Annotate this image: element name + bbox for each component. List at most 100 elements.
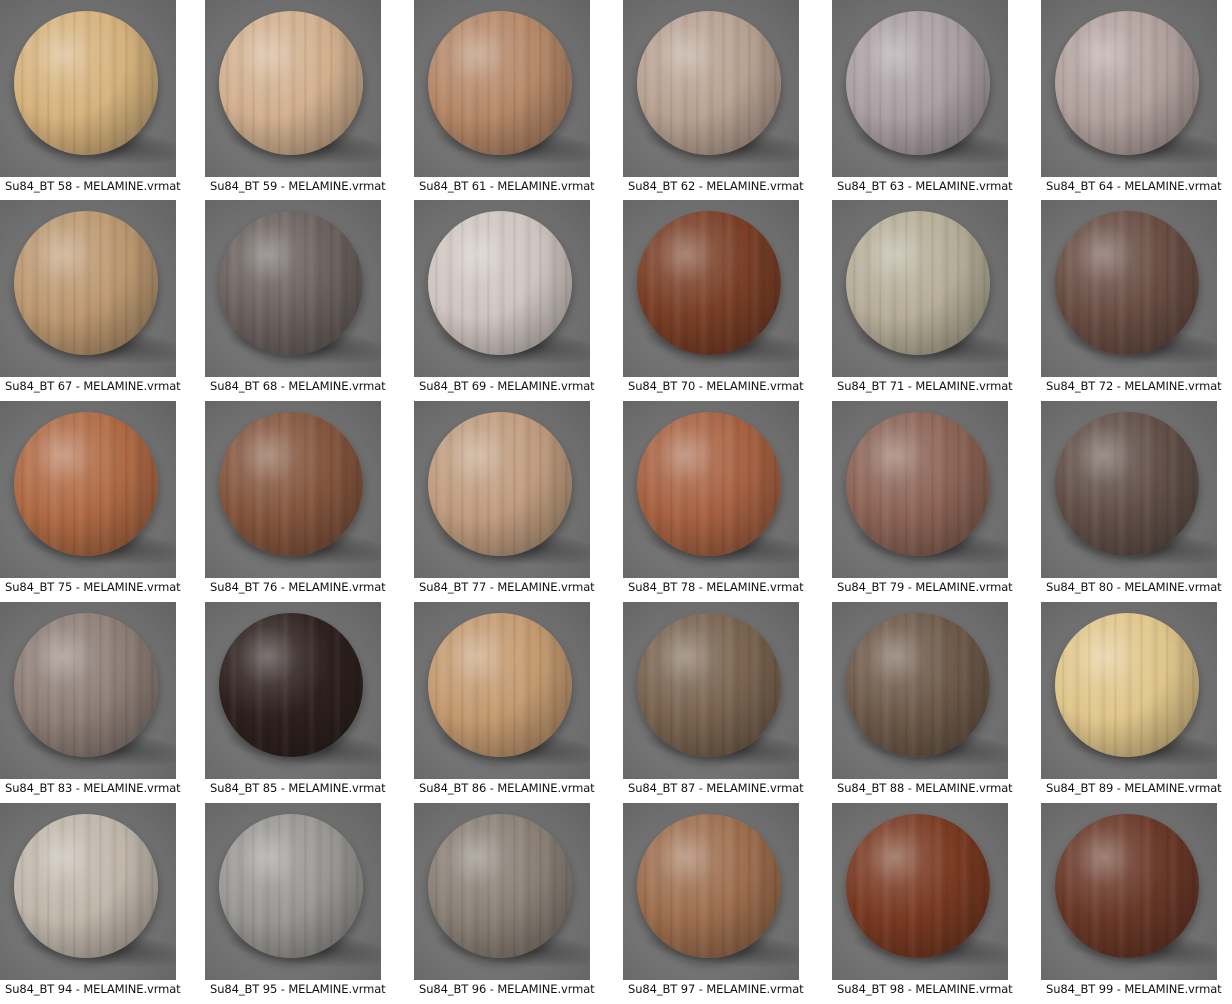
- material-tile[interactable]: Su84_BT 78 - MELAMINE.vrmat: [623, 401, 804, 602]
- material-preview: [623, 803, 799, 980]
- material-preview: [623, 401, 799, 578]
- material-filename: Su84_BT 63 - MELAMINE.vrmat: [837, 179, 1013, 193]
- material-filename: Su84_BT 88 - MELAMINE.vrmat: [837, 781, 1013, 795]
- material-tile[interactable]: Su84_BT 87 - MELAMINE.vrmat: [623, 602, 804, 803]
- material-tile[interactable]: Su84_BT 95 - MELAMINE.vrmat: [205, 803, 386, 1004]
- material-sphere: [846, 211, 990, 355]
- material-sphere: [219, 613, 363, 757]
- material-preview: [205, 803, 381, 980]
- material-filename: Su84_BT 89 - MELAMINE.vrmat: [1046, 781, 1222, 795]
- material-tile[interactable]: Su84_BT 64 - MELAMINE.vrmat: [1041, 0, 1222, 201]
- material-filename: Su84_BT 76 - MELAMINE.vrmat: [210, 580, 386, 594]
- material-filename: Su84_BT 67 - MELAMINE.vrmat: [5, 379, 181, 393]
- material-sphere: [14, 613, 158, 757]
- material-sphere: [219, 814, 363, 958]
- material-preview: [414, 803, 590, 980]
- material-tile[interactable]: Su84_BT 61 - MELAMINE.vrmat: [414, 0, 595, 201]
- material-tile[interactable]: Su84_BT 71 - MELAMINE.vrmat: [832, 200, 1013, 401]
- material-preview: [623, 602, 799, 779]
- material-tile[interactable]: Su84_BT 88 - MELAMINE.vrmat: [832, 602, 1013, 803]
- material-preview: [414, 0, 590, 177]
- material-preview: [1041, 602, 1217, 779]
- material-filename: Su84_BT 70 - MELAMINE.vrmat: [628, 379, 804, 393]
- material-preview: [0, 401, 176, 578]
- material-preview: [205, 401, 381, 578]
- material-tile[interactable]: Su84_BT 83 - MELAMINE.vrmat: [0, 602, 181, 803]
- material-filename: Su84_BT 78 - MELAMINE.vrmat: [628, 580, 804, 594]
- material-tile[interactable]: Su84_BT 75 - MELAMINE.vrmat: [0, 401, 181, 602]
- material-filename: Su84_BT 80 - MELAMINE.vrmat: [1046, 580, 1222, 594]
- material-preview: [0, 200, 176, 377]
- material-sphere: [14, 814, 158, 958]
- material-sphere: [428, 211, 572, 355]
- material-tile[interactable]: Su84_BT 89 - MELAMINE.vrmat: [1041, 602, 1222, 803]
- material-tile[interactable]: Su84_BT 76 - MELAMINE.vrmat: [205, 401, 386, 602]
- material-tile[interactable]: Su84_BT 79 - MELAMINE.vrmat: [832, 401, 1013, 602]
- material-sphere: [428, 814, 572, 958]
- material-sphere: [637, 11, 781, 155]
- material-tile[interactable]: Su84_BT 69 - MELAMINE.vrmat: [414, 200, 595, 401]
- material-tile[interactable]: Su84_BT 99 - MELAMINE.vrmat: [1041, 803, 1222, 1004]
- material-preview: [623, 0, 799, 177]
- material-filename: Su84_BT 62 - MELAMINE.vrmat: [628, 179, 804, 193]
- material-filename: Su84_BT 79 - MELAMINE.vrmat: [837, 580, 1013, 594]
- material-tile[interactable]: Su84_BT 77 - MELAMINE.vrmat: [414, 401, 595, 602]
- material-filename: Su84_BT 59 - MELAMINE.vrmat: [210, 179, 386, 193]
- material-filename: Su84_BT 83 - MELAMINE.vrmat: [5, 781, 181, 795]
- material-sphere: [846, 11, 990, 155]
- material-tile[interactable]: Su84_BT 59 - MELAMINE.vrmat: [205, 0, 386, 201]
- material-tile[interactable]: Su84_BT 85 - MELAMINE.vrmat: [205, 602, 386, 803]
- material-sphere: [846, 814, 990, 958]
- material-filename: Su84_BT 64 - MELAMINE.vrmat: [1046, 179, 1222, 193]
- material-sphere: [428, 11, 572, 155]
- material-sphere: [219, 211, 363, 355]
- material-tile[interactable]: Su84_BT 98 - MELAMINE.vrmat: [832, 803, 1013, 1004]
- material-filename: Su84_BT 68 - MELAMINE.vrmat: [210, 379, 386, 393]
- material-tile[interactable]: Su84_BT 80 - MELAMINE.vrmat: [1041, 401, 1222, 602]
- material-tile[interactable]: Su84_BT 67 - MELAMINE.vrmat: [0, 200, 181, 401]
- material-preview: [832, 401, 1008, 578]
- material-filename: Su84_BT 96 - MELAMINE.vrmat: [419, 982, 595, 996]
- material-tile[interactable]: Su84_BT 63 - MELAMINE.vrmat: [832, 0, 1013, 201]
- material-filename: Su84_BT 85 - MELAMINE.vrmat: [210, 781, 386, 795]
- material-preview: [832, 0, 1008, 177]
- material-sphere: [14, 11, 158, 155]
- material-tile[interactable]: Su84_BT 58 - MELAMINE.vrmat: [0, 0, 181, 201]
- material-sphere: [637, 814, 781, 958]
- material-tile[interactable]: Su84_BT 72 - MELAMINE.vrmat: [1041, 200, 1222, 401]
- material-sphere: [428, 412, 572, 556]
- material-filename: Su84_BT 94 - MELAMINE.vrmat: [5, 982, 181, 996]
- material-sphere: [428, 613, 572, 757]
- material-preview: [832, 803, 1008, 980]
- material-filename: Su84_BT 86 - MELAMINE.vrmat: [419, 781, 595, 795]
- material-sphere: [14, 211, 158, 355]
- material-tile[interactable]: Su84_BT 96 - MELAMINE.vrmat: [414, 803, 595, 1004]
- material-sphere: [1055, 814, 1199, 958]
- material-preview: [414, 200, 590, 377]
- material-tile[interactable]: Su84_BT 97 - MELAMINE.vrmat: [623, 803, 804, 1004]
- material-preview: [832, 602, 1008, 779]
- material-filename: Su84_BT 75 - MELAMINE.vrmat: [5, 580, 181, 594]
- material-sphere: [1055, 412, 1199, 556]
- material-preview: [1041, 401, 1217, 578]
- material-tile[interactable]: Su84_BT 62 - MELAMINE.vrmat: [623, 0, 804, 201]
- material-sphere: [1055, 11, 1199, 155]
- material-sphere: [219, 11, 363, 155]
- material-preview: [0, 803, 176, 980]
- material-filename: Su84_BT 72 - MELAMINE.vrmat: [1046, 379, 1222, 393]
- material-filename: Su84_BT 77 - MELAMINE.vrmat: [419, 580, 595, 594]
- material-filename: Su84_BT 95 - MELAMINE.vrmat: [210, 982, 386, 996]
- material-sphere: [1055, 211, 1199, 355]
- material-tile[interactable]: Su84_BT 68 - MELAMINE.vrmat: [205, 200, 386, 401]
- material-tile[interactable]: Su84_BT 94 - MELAMINE.vrmat: [0, 803, 181, 1004]
- material-tile[interactable]: Su84_BT 70 - MELAMINE.vrmat: [623, 200, 804, 401]
- material-sphere: [219, 412, 363, 556]
- material-preview: [623, 200, 799, 377]
- material-tile[interactable]: Su84_BT 86 - MELAMINE.vrmat: [414, 602, 595, 803]
- material-preview: [414, 602, 590, 779]
- material-preview: [1041, 803, 1217, 980]
- material-filename: Su84_BT 69 - MELAMINE.vrmat: [419, 379, 595, 393]
- material-preview: [832, 200, 1008, 377]
- material-sphere: [637, 613, 781, 757]
- material-filename: Su84_BT 58 - MELAMINE.vrmat: [5, 179, 181, 193]
